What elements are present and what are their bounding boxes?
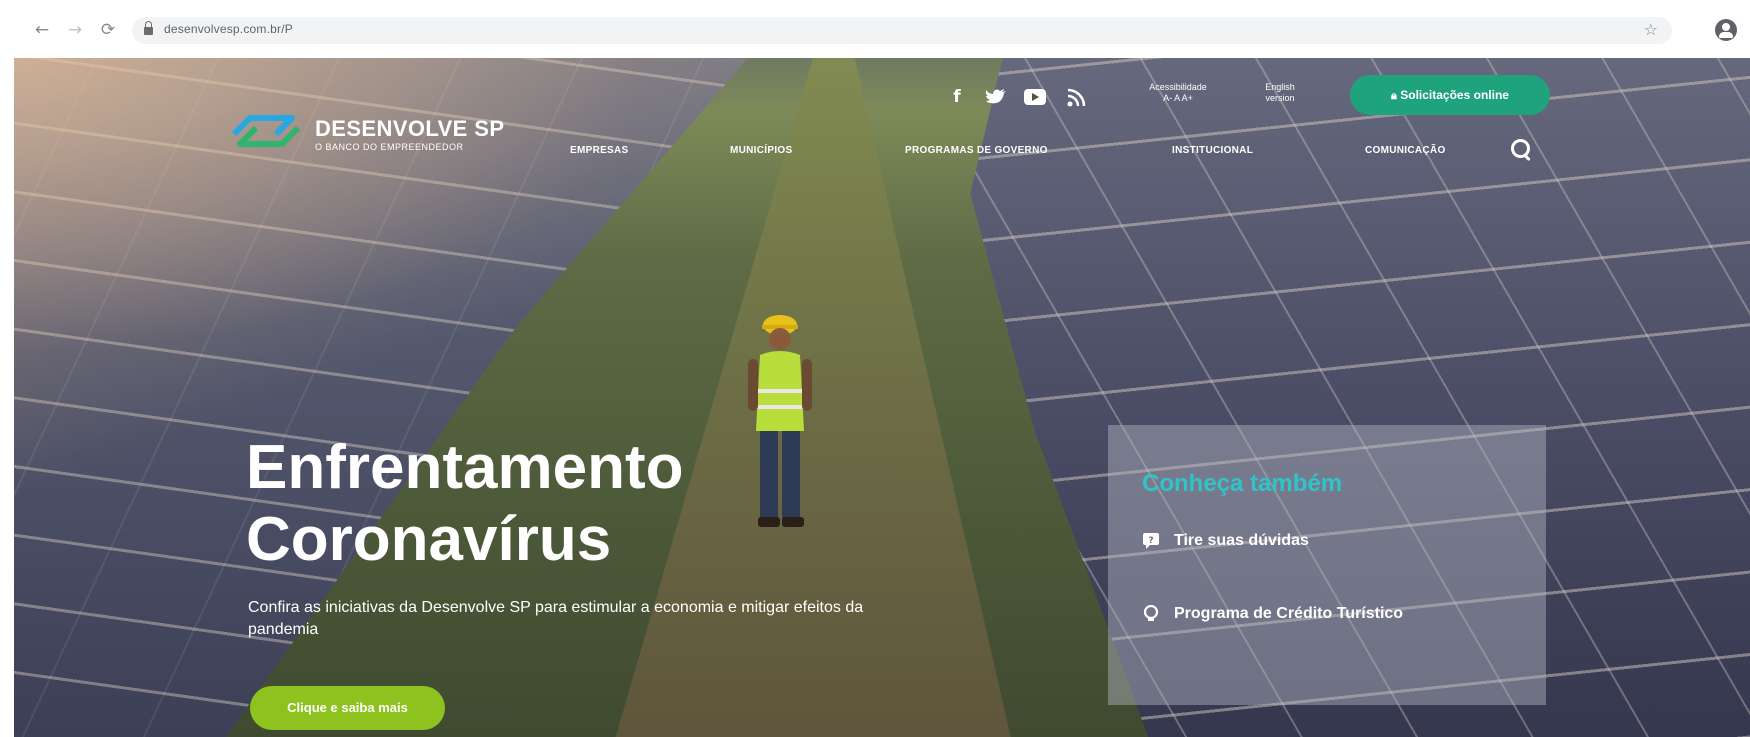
credito-turistico-label: Programa de Crédito Turístico — [1174, 605, 1404, 622]
nav-comunicacao[interactable]: COMUNICAÇÃO — [1365, 145, 1446, 156]
language-version: version — [1265, 93, 1295, 103]
online-requests-label: Solicitações online — [1400, 88, 1509, 102]
nav-institucional[interactable]: INSTITUCIONAL — [1172, 145, 1253, 156]
back-arrow-icon[interactable]: ← — [30, 18, 54, 42]
account-icon[interactable] — [1715, 19, 1737, 41]
twitter-icon[interactable] — [985, 86, 1007, 108]
lock-icon — [144, 21, 153, 36]
language-switch[interactable]: English version — [1255, 82, 1305, 104]
accessibility-controls[interactable]: Acessibilidade A- A A+ — [1128, 82, 1228, 104]
address-bar[interactable]: desenvolvesp.com.br/P ☆ — [132, 17, 1672, 44]
nav-empresas[interactable]: EMPRESAS — [570, 145, 629, 156]
lock-icon: 🔒︎ — [1391, 90, 1397, 102]
search-icon[interactable] — [1510, 138, 1532, 160]
rss-icon[interactable] — [1066, 86, 1086, 108]
youtube-icon[interactable] — [1023, 86, 1047, 108]
star-icon[interactable]: ☆ — [1644, 20, 1658, 39]
svg-text:?: ? — [1148, 536, 1153, 546]
faq-label: Tire suas dúvidas — [1174, 532, 1309, 549]
forward-arrow-icon[interactable]: → — [63, 18, 87, 42]
learn-more-button[interactable]: Clique e saiba mais — [250, 686, 445, 730]
panel-title: Conheça também — [1142, 470, 1343, 497]
hero-title-line1: Enfrentamento — [246, 433, 684, 502]
hero-subtitle: Confira as iniciativas da Desenvolve SP … — [248, 599, 864, 638]
browser-toolbar: ← → ⟳ desenvolvesp.com.br/P ☆ — [0, 0, 1750, 58]
credito-turistico-link[interactable]: Programa de Crédito Turístico — [1142, 603, 1403, 625]
online-requests-button[interactable]: 🔒︎ Solicitações online — [1350, 75, 1550, 115]
lightbulb-icon — [1143, 605, 1159, 621]
worker-figure — [748, 315, 812, 527]
accessibility-label: Acessibilidade — [1149, 82, 1207, 92]
desenvolve-logo-icon[interactable] — [232, 110, 300, 152]
hero-title-line2: Coronavírus — [246, 505, 612, 574]
nav-municipios[interactable]: MUNICÍPIOS — [730, 145, 792, 156]
font-size-controls[interactable]: A- A A+ — [1128, 93, 1228, 104]
reload-icon[interactable]: ⟳ — [96, 18, 120, 42]
language-label: English — [1265, 82, 1295, 92]
facebook-icon[interactable]: f — [950, 86, 964, 108]
hero-title: Enfrentamento Coronavírus — [246, 432, 683, 576]
url-text[interactable]: desenvolvesp.com.br/P — [164, 22, 293, 36]
faq-link[interactable]: ? Tire suas dúvidas — [1142, 530, 1309, 552]
nav-programas-de-governo[interactable]: PROGRAMAS DE GOVERNO — [905, 145, 1048, 156]
chat-bubble-icon: ? — [1143, 533, 1159, 549]
conheca-tambem-panel: Conheça também ? Tire suas dúvidas Progr… — [1108, 425, 1546, 705]
logo-name[interactable]: DESENVOLVE SP — [315, 116, 504, 142]
logo-tagline: O BANCO DO EMPREENDEDOR — [315, 142, 464, 152]
